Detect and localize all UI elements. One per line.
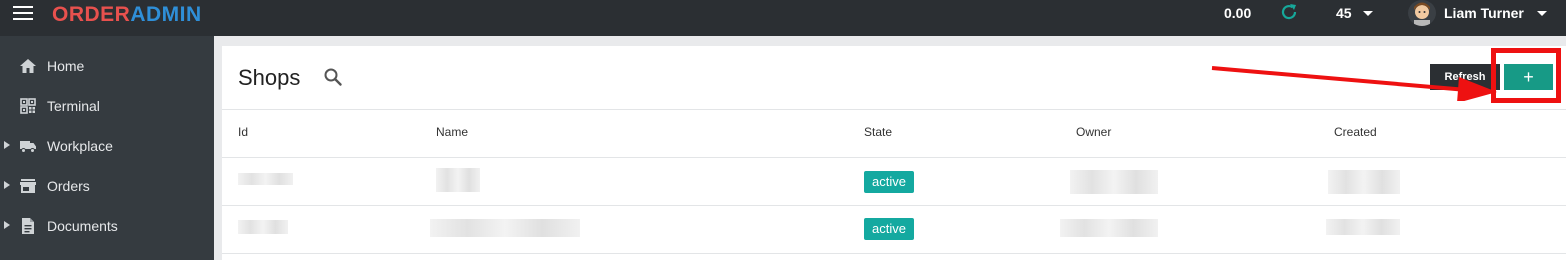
- count-dropdown[interactable]: 45: [1336, 4, 1352, 22]
- menu-icon[interactable]: [13, 6, 33, 22]
- sidebar-item-label: Terminal: [47, 98, 100, 114]
- column-header-state[interactable]: State: [864, 125, 892, 139]
- sidebar-item-workplace[interactable]: Workplace: [0, 126, 214, 166]
- expand-arrow-icon[interactable]: [4, 181, 10, 189]
- sidebar-item-orders[interactable]: Orders: [0, 166, 214, 206]
- expand-arrow-icon[interactable]: [4, 141, 10, 149]
- column-header-owner[interactable]: Owner: [1076, 125, 1111, 139]
- avatar[interactable]: [1408, 0, 1436, 26]
- chevron-down-icon[interactable]: [1363, 11, 1373, 16]
- chevron-down-icon[interactable]: [1537, 11, 1547, 16]
- truck-icon: [20, 141, 36, 153]
- column-header-name[interactable]: Name: [436, 125, 468, 139]
- annotation-arrow: [1211, 66, 1497, 101]
- sidebar-item-label: Workplace: [47, 138, 113, 154]
- divider: [222, 157, 1566, 158]
- redacted-created: [1328, 170, 1400, 194]
- store-icon: [20, 179, 36, 193]
- divider: [222, 109, 1566, 110]
- sidebar-item-home[interactable]: Home: [0, 46, 214, 86]
- document-icon: [22, 218, 34, 234]
- sidebar-item-terminal[interactable]: Terminal: [0, 86, 214, 126]
- column-header-created[interactable]: Created: [1334, 125, 1377, 139]
- sidebar-item-label: Home: [47, 58, 85, 74]
- expand-arrow-icon[interactable]: [4, 221, 10, 229]
- redacted-owner: [1060, 219, 1158, 237]
- annotation-highlight-box: [1491, 48, 1561, 103]
- refresh-icon[interactable]: [1279, 2, 1299, 22]
- column-header-id[interactable]: Id: [238, 125, 248, 139]
- home-icon: [20, 59, 36, 73]
- logo-order: ORDER: [52, 3, 131, 26]
- redacted-id: [238, 173, 293, 185]
- sidebar-item-documents[interactable]: Documents: [0, 206, 214, 246]
- qr-code-icon: [20, 98, 36, 114]
- balance-value: 0.00: [1224, 5, 1252, 21]
- status-badge: active: [864, 218, 914, 240]
- page-title: Shops: [238, 65, 301, 90]
- sidebar-item-label: Documents: [47, 218, 118, 234]
- sidebar-item-label: Orders: [47, 178, 90, 194]
- redacted-created: [1326, 219, 1400, 235]
- user-name[interactable]: Liam Turner: [1444, 4, 1524, 22]
- redacted-id: [238, 220, 288, 234]
- sidebar: Home Terminal Workplace Orders Documents: [0, 36, 214, 260]
- redacted-owner: [1070, 170, 1158, 194]
- app-logo[interactable]: ORDERADMIN: [52, 2, 202, 28]
- divider: [222, 253, 1566, 254]
- logo-admin: ADMIN: [130, 3, 202, 26]
- redacted-name: [436, 168, 480, 192]
- search-icon[interactable]: [323, 67, 343, 87]
- top-bar: ORDERADMIN 0.00 45 Liam Turner: [0, 0, 1566, 36]
- shops-panel: Shops Refresh + Id Name State Owner Crea…: [222, 46, 1566, 260]
- redacted-name: [430, 219, 580, 237]
- divider: [222, 205, 1566, 206]
- status-badge: active: [864, 171, 914, 193]
